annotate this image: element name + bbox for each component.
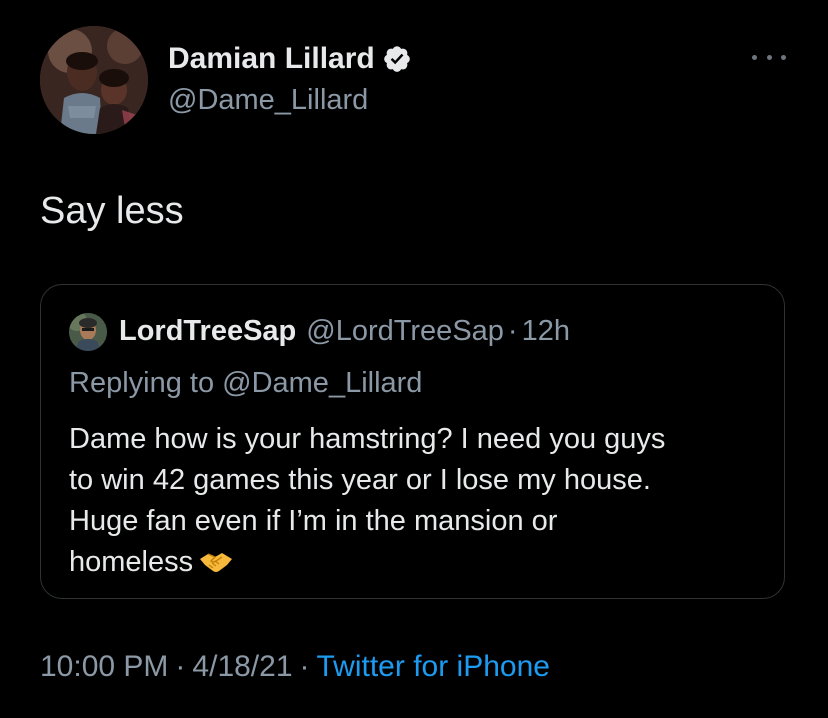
quoted-timestamp[interactable]: 12h (522, 315, 570, 348)
author-handle[interactable]: @Dame_Lillard (168, 84, 368, 117)
quoted-separator: · (507, 315, 518, 347)
avatar-photo-icon (40, 26, 148, 134)
author-avatar[interactable] (40, 26, 148, 134)
ellipsis-icon-dot (781, 54, 786, 60)
ellipsis-icon-dot (766, 54, 772, 60)
quoted-tweet-card[interactable]: LordTreeSap @LordTreeSap · 12h Replying … (40, 284, 785, 599)
tweet-time[interactable]: 10:00 PM (40, 650, 168, 684)
quoted-author-avatar[interactable] (69, 313, 107, 351)
handshake-emoji-icon (200, 553, 233, 572)
author-name[interactable]: Damian Lillard (168, 42, 412, 76)
quoted-text-line: Huge fan even if I’m in the mansion or (69, 505, 558, 537)
tweet-meta: 10:00 PM · 4/18/21 · Twitter for iPhone (40, 650, 550, 684)
quoted-text-line: to win 42 games this year or I lose my h… (69, 464, 651, 496)
quoted-author-name[interactable]: LordTreeSap (119, 315, 296, 348)
tweet-text: Say less (40, 190, 184, 232)
meta-separator: · (175, 650, 186, 683)
ellipsis-icon-dot (752, 54, 757, 60)
quoted-text-line: Dame how is your hamstring? I need you g… (69, 423, 666, 455)
more-options-button[interactable] (752, 50, 786, 64)
tweet-source-link[interactable]: Twitter for iPhone (317, 650, 550, 684)
tweet-date[interactable]: 4/18/21 (192, 650, 292, 684)
quoted-avatar-photo-icon (69, 313, 107, 351)
tweet-detail: Damian Lillard @Dame_Lillard Say less Lo… (0, 0, 828, 718)
quoted-author-handle[interactable]: @LordTreeSap (306, 315, 504, 348)
meta-separator: · (299, 650, 310, 683)
replying-to-label: Replying to @Dame_Lillard (69, 367, 423, 399)
quoted-text-line: homeless (69, 546, 194, 578)
quoted-tweet-text: Dame how is your hamstring? I need you g… (69, 419, 769, 583)
verified-badge-icon (383, 46, 410, 72)
quoted-tweet-header: LordTreeSap @LordTreeSap · 12h (119, 315, 570, 348)
author-name-text[interactable]: Damian Lillard (168, 42, 375, 76)
quoted-text-line-last: homeless (69, 542, 769, 583)
